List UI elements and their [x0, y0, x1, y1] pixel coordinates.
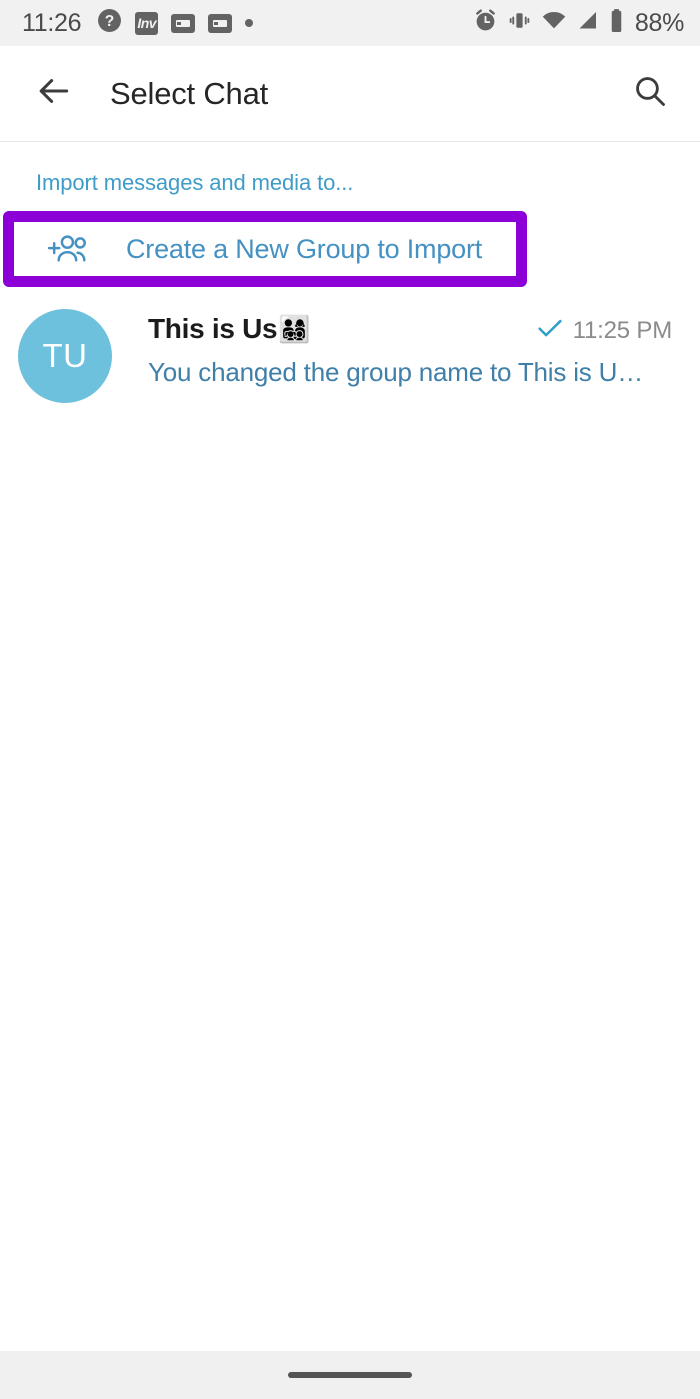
card-badge-icon [208, 13, 233, 33]
chat-item-body: This is Us 👨‍👩‍👧‍👦 11:25 PM You changed … [148, 309, 672, 388]
card-badge-icon [171, 13, 196, 33]
status-bar-left: 11:26 ? Inv [22, 8, 254, 38]
create-new-group-row[interactable]: Create a New Group to Import [14, 222, 516, 276]
chat-title: This is Us [148, 313, 278, 344]
page-title: Select Chat [110, 75, 269, 111]
status-bar-right: 88% [473, 8, 684, 39]
app-toolbar: Select Chat [0, 46, 700, 142]
create-new-group-label: Create a New Group to Import [126, 233, 483, 264]
battery-percent: 88% [634, 8, 684, 37]
chat-list-item[interactable]: TU This is Us 👨‍👩‍👧‍👦 11:25 PM [0, 287, 700, 403]
highlight-annotation: Create a New Group to Import [3, 211, 527, 287]
search-button[interactable] [626, 70, 674, 118]
chat-snippet: You changed the group name to This is U… [148, 357, 643, 387]
chat-item-meta: 11:25 PM [525, 317, 672, 345]
search-icon [632, 73, 668, 114]
arrow-left-icon [35, 72, 73, 115]
signal-icon [576, 8, 600, 38]
avatar: TU [18, 309, 112, 403]
status-bar: 11:26 ? Inv 88% [0, 0, 700, 46]
status-time: 11:26 [22, 8, 82, 37]
chat-item-top-line: This is Us 👨‍👩‍👧‍👦 11:25 PM [148, 313, 672, 345]
chat-timestamp: 11:25 PM [572, 316, 673, 344]
check-icon [537, 318, 563, 343]
family-emoji-icon: 👨‍👩‍👧‍👦 [278, 314, 311, 344]
inv-badge-icon: Inv [135, 11, 159, 35]
alarm-icon [473, 8, 498, 38]
back-button[interactable] [30, 70, 78, 118]
add-group-icon [46, 233, 90, 265]
dot-icon [245, 19, 254, 27]
home-indicator[interactable] [288, 1372, 412, 1378]
svg-text:?: ? [105, 13, 115, 30]
phone-screen: 11:26 ? Inv 88% Select Chat Import messa… [0, 0, 700, 1399]
vibrate-icon [507, 8, 532, 38]
chat-selection-list: Import messages and media to... Create a… [0, 142, 700, 1351]
system-navigation-bar [0, 1351, 700, 1399]
section-header: Import messages and media to... [36, 170, 354, 195]
wifi-icon [541, 8, 567, 38]
battery-icon [609, 8, 624, 39]
help-circle-icon: ? [97, 8, 122, 38]
